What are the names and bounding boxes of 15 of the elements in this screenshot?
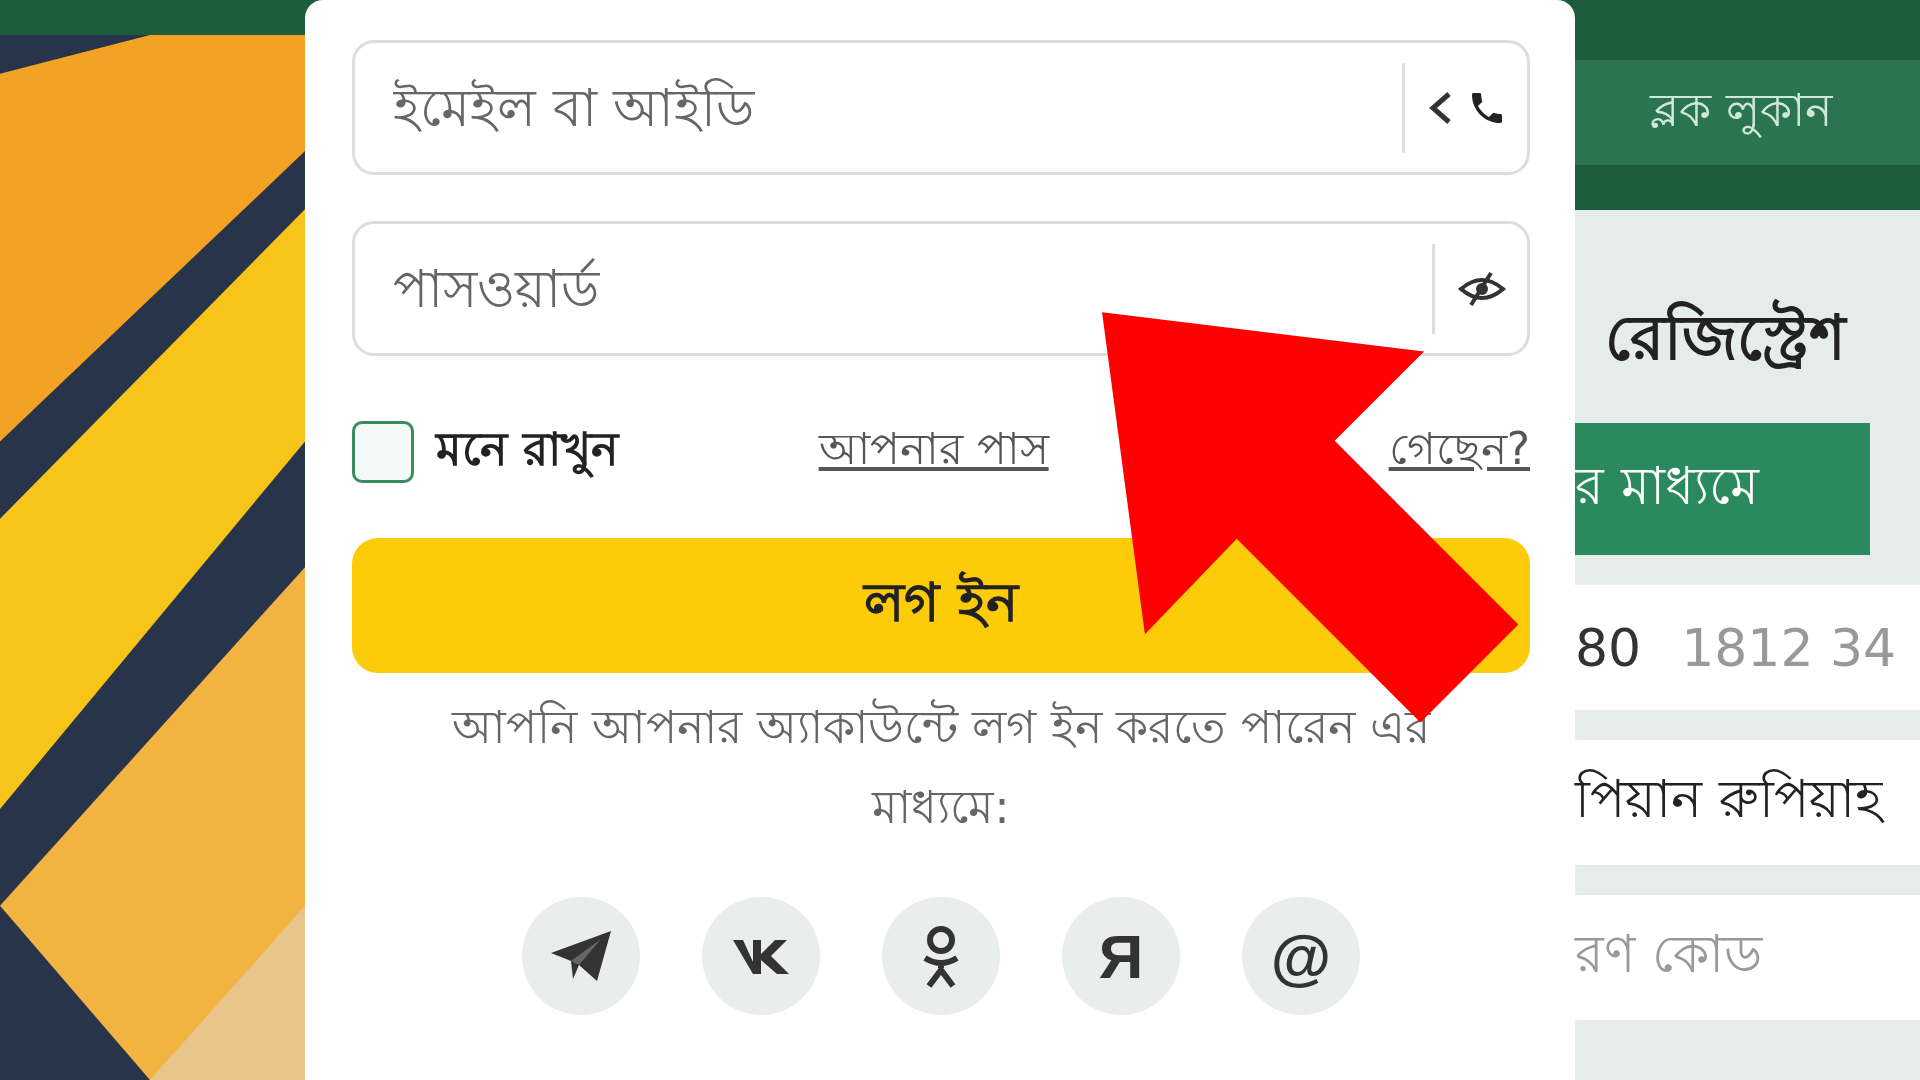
password-field[interactable]: পাসওয়ার্ড: [352, 221, 1530, 356]
password-input[interactable]: পাসওয়ার্ড: [391, 257, 1418, 320]
remember-checkbox[interactable]: [352, 421, 414, 483]
registration-title: রেজিস্ট্রেশ: [1604, 298, 1849, 376]
email-field[interactable]: ইমেইল বা আইডি: [352, 40, 1530, 175]
email-input[interactable]: ইমেইল বা আইডি: [391, 76, 1388, 139]
hide-block-button[interactable]: ব্লক লুকান: [1575, 60, 1920, 165]
paper-plane-icon: [549, 929, 613, 983]
phone-field[interactable]: 80 1812 34: [1575, 585, 1920, 710]
social-button[interactable]: Я: [1062, 897, 1180, 1015]
forgot-password-link[interactable]: আপনার পাস গেছেন?: [818, 415, 1530, 489]
registration-tab[interactable]: র মাধ্যমে: [1575, 423, 1870, 555]
currency-select[interactable]: পিয়ান রুপিয়াহ: [1575, 740, 1920, 865]
social-button[interactable]: @: [1242, 897, 1360, 1015]
remember-label: মনে রাখুন: [436, 421, 618, 480]
